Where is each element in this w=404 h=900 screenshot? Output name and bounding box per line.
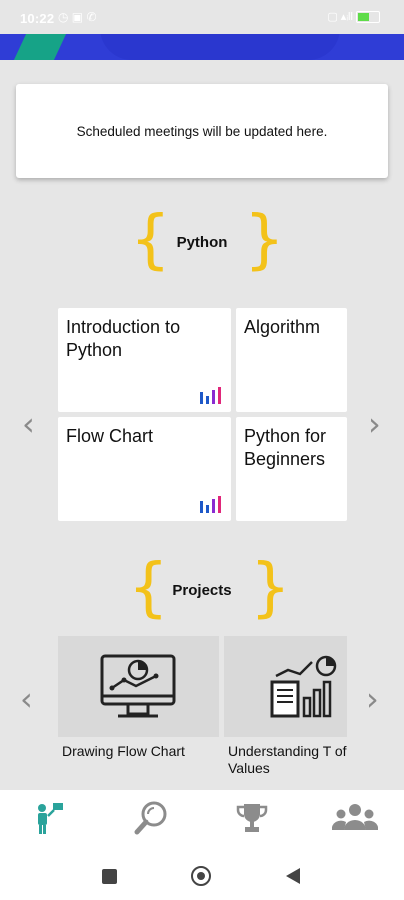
home-button[interactable] bbox=[191, 866, 211, 886]
system-navigation-bar bbox=[0, 852, 404, 900]
project-card-understanding-values[interactable]: Understanding T of Values bbox=[224, 636, 347, 776]
course-title: Python for Beginners bbox=[244, 426, 327, 469]
level-bars-icon bbox=[200, 387, 221, 404]
courses-next-arrow-icon[interactable]: › bbox=[368, 405, 381, 443]
project-card-drawing-flow-chart[interactable]: Drawing Flow Chart bbox=[58, 636, 219, 776]
projects-section-header: { } Projects bbox=[0, 556, 404, 626]
nav-home-button[interactable] bbox=[30, 800, 70, 840]
system-status-icons: ▢ ▴ᵢll bbox=[327, 10, 380, 24]
course-tile-python-for-beginners[interactable]: Python for Beginners bbox=[236, 417, 347, 521]
nav-community-button[interactable] bbox=[331, 800, 379, 840]
monitor-chart-icon bbox=[100, 654, 176, 718]
course-tile-flow-chart[interactable]: Flow Chart bbox=[58, 417, 231, 521]
project-image bbox=[58, 636, 219, 737]
level-bars-icon bbox=[200, 496, 221, 513]
courses-section-header: { } Python bbox=[0, 208, 404, 278]
group-icon bbox=[331, 804, 379, 830]
meetings-card: Scheduled meetings will be updated here. bbox=[16, 84, 388, 178]
header-banner bbox=[0, 34, 404, 60]
course-tile-introduction-to-python[interactable]: Introduction to Python bbox=[58, 308, 231, 412]
nav-explore-button[interactable] bbox=[134, 800, 174, 840]
course-title: Flow Chart bbox=[66, 426, 154, 446]
trophy-icon bbox=[236, 804, 268, 832]
project-title: Drawing Flow Chart bbox=[62, 743, 185, 759]
back-button[interactable] bbox=[285, 867, 301, 885]
section-title: Python bbox=[176, 234, 228, 251]
status-time: 10:22 bbox=[20, 11, 55, 26]
notification-icons: ◷ ▣ ✆ bbox=[58, 10, 97, 24]
course-tile-algorithm[interactable]: Algorithm bbox=[236, 308, 347, 412]
course-title: Algorithm bbox=[244, 317, 321, 337]
flag-person-icon bbox=[38, 803, 63, 834]
search-globe-icon bbox=[134, 801, 167, 835]
projects-prev-arrow-icon[interactable]: ‹ bbox=[20, 680, 33, 718]
meetings-message: Scheduled meetings will be updated here. bbox=[76, 123, 328, 139]
project-title: Understanding T of Values bbox=[228, 743, 347, 776]
status-bar: 10:22 ◷ ▣ ✆ ▢ ▴ᵢll bbox=[0, 0, 404, 34]
course-title: Introduction to Python bbox=[66, 317, 181, 360]
report-chart-icon bbox=[270, 655, 337, 718]
section-title: Projects bbox=[172, 582, 232, 599]
nav-achievements-button[interactable] bbox=[234, 800, 274, 840]
project-image bbox=[224, 636, 347, 737]
battery-icon bbox=[356, 11, 380, 24]
bottom-navigation bbox=[0, 790, 404, 852]
courses-prev-arrow-icon[interactable]: ‹ bbox=[22, 405, 35, 443]
projects-next-arrow-icon[interactable]: › bbox=[366, 680, 379, 718]
recents-button[interactable] bbox=[102, 869, 117, 884]
